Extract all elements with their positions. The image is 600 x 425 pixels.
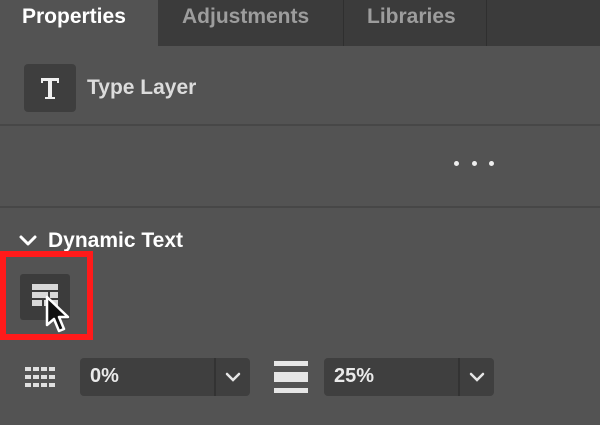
line-spacing-icon bbox=[274, 361, 308, 393]
type-t-glyph bbox=[41, 78, 59, 99]
divider bbox=[0, 206, 600, 208]
grid-spacing-field[interactable]: 0% bbox=[80, 358, 250, 396]
section-title-dynamic-text: Dynamic Text bbox=[48, 229, 183, 252]
layer-type-label: Type Layer bbox=[87, 76, 197, 99]
chevron-down-icon[interactable] bbox=[18, 233, 38, 249]
chevron-down-icon bbox=[225, 372, 241, 382]
line-spacing-field[interactable]: 25% bbox=[324, 358, 494, 396]
type-layer-icon bbox=[24, 64, 76, 112]
grid-spacing-value: 0% bbox=[90, 365, 119, 387]
tab-properties[interactable]: Properties bbox=[0, 0, 158, 46]
grid-spacing-dropdown[interactable] bbox=[214, 358, 250, 396]
divider bbox=[0, 124, 600, 126]
line-spacing-dropdown[interactable] bbox=[458, 358, 494, 396]
mouse-cursor-icon bbox=[45, 295, 70, 333]
chevron-down-icon bbox=[469, 372, 485, 382]
grid-spacing-icon bbox=[25, 367, 55, 387]
line-spacing-value: 25% bbox=[334, 365, 375, 387]
panel-tab-bar: Properties Adjustments Libraries bbox=[0, 0, 600, 46]
more-options-icon[interactable] bbox=[454, 150, 494, 176]
tab-adjustments[interactable]: Adjustments bbox=[160, 0, 344, 46]
tab-libraries[interactable]: Libraries bbox=[345, 0, 487, 46]
